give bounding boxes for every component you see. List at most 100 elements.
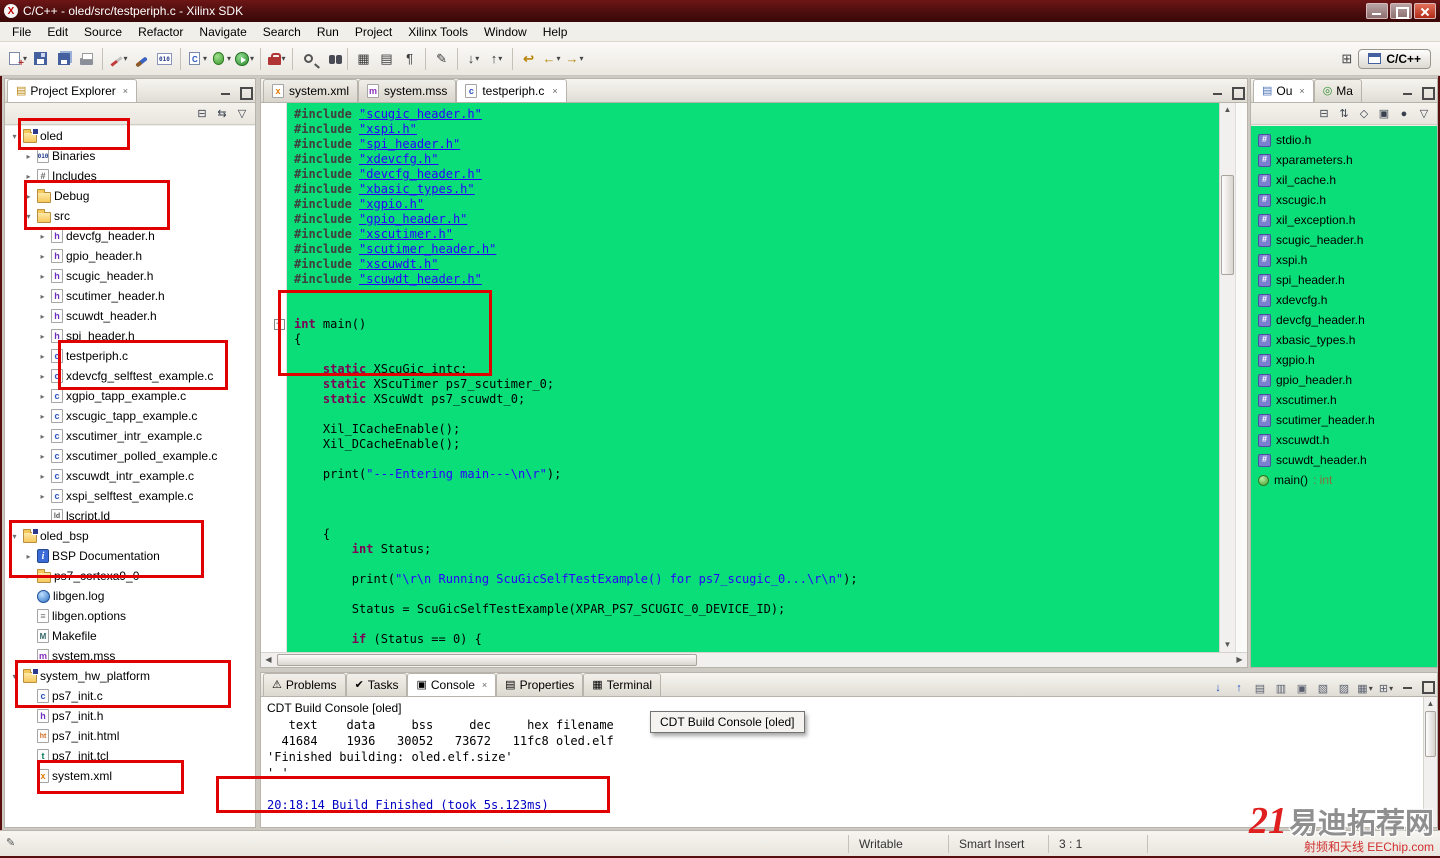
scroll-lock-button[interactable]: ▨ [1335, 680, 1353, 696]
last-edit-location-button[interactable]: ↩ [517, 46, 540, 71]
tree-item-gpio-header-h[interactable]: ▸ gpio_header.h [5, 246, 255, 266]
clean-build-button[interactable] [130, 46, 153, 71]
search-button[interactable] [320, 46, 343, 71]
tab-tasks[interactable]: ✔ Tasks [345, 673, 408, 696]
tree-item-ps7-init-c[interactable]: ps7_init.c [5, 686, 255, 706]
menu-xilinx-tools[interactable]: Xilinx Tools [400, 23, 476, 41]
outline-item-xscutimer-h[interactable]: xscutimer.h [1251, 390, 1437, 410]
tree-item-xspi-selftest-example-c[interactable]: ▸ xspi_selftest_example.c [5, 486, 255, 506]
show-whitespace-button[interactable]: ¶ [398, 46, 421, 71]
outline-item-gpio-header-h[interactable]: gpio_header.h [1251, 370, 1437, 390]
tree-item-includes[interactable]: ▸ Includes [5, 166, 255, 186]
maximize-outline-button[interactable] [1418, 84, 1435, 100]
editor-tab-system-mss[interactable]: system.mss [358, 79, 457, 102]
menu-refactor[interactable]: Refactor [130, 23, 191, 41]
collapse-all-icon[interactable]: ⊟ [1315, 106, 1333, 122]
forward-button[interactable]: → ▾ [563, 46, 586, 71]
console-scroll-up-icon[interactable]: ▲ [1424, 697, 1437, 711]
expand-arrow-icon[interactable]: ▸ [37, 292, 48, 301]
minimize-window-button[interactable] [1366, 3, 1388, 19]
code-area[interactable]: #include "scugic_header.h" #include "xspi… [287, 103, 1219, 652]
previous-annotation-button[interactable]: ↑ ▾ [485, 46, 508, 71]
maximize-console-button[interactable] [1418, 678, 1435, 694]
expand-arrow-icon[interactable]: ▸ [37, 272, 48, 281]
collapse-arrow-icon[interactable]: ▾ [9, 672, 20, 681]
tree-item-xdevcfg-selftest-example-c[interactable]: ▸ xdevcfg_selftest_example.c [5, 366, 255, 386]
hide-static-members-icon[interactable]: ▣ [1375, 106, 1393, 122]
tab-properties[interactable]: ▤ Properties [496, 673, 584, 696]
console-body[interactable]: CDT Build Console [oled] text data bss d… [261, 697, 1423, 827]
tree-item-ps7-init-h[interactable]: ps7_init.h [5, 706, 255, 726]
pin-console-button[interactable]: ▣ [1293, 680, 1311, 696]
expand-arrow-icon[interactable]: ▸ [37, 392, 48, 401]
outline-item-xspi-h[interactable]: xspi.h [1251, 250, 1437, 270]
outline-item-xil-cache-h[interactable]: xil_cache.h [1251, 170, 1437, 190]
console-scroll-down-icon[interactable]: ▼ [1424, 813, 1437, 827]
close-console-tab-icon[interactable]: × [482, 680, 487, 690]
tree-item-libgen-options[interactable]: libgen.options [5, 606, 255, 626]
outline-item-main[interactable]: main() : int [1251, 470, 1437, 490]
outline-item-xscugic-h[interactable]: xscugic.h [1251, 190, 1437, 210]
menu-project[interactable]: Project [347, 23, 400, 41]
maximize-window-button[interactable] [1390, 3, 1412, 19]
hide-non-public-members-icon[interactable]: ● [1395, 106, 1413, 122]
console-vertical-scrollbar[interactable]: ▲ ▼ [1423, 697, 1437, 827]
external-tools-button[interactable]: ▾ [265, 46, 288, 71]
outline-item-scutimer-header-h[interactable]: scutimer_header.h [1251, 410, 1437, 430]
tab-make-target[interactable]: ◎ Ma [1313, 79, 1362, 102]
show-view-layout-button[interactable]: ▤ [375, 46, 398, 71]
create-boot-image-button[interactable] [153, 46, 176, 71]
dropdown-arrow-icon[interactable]: ▾ [475, 54, 479, 63]
view-menu-icon[interactable]: ▽ [233, 106, 251, 122]
expand-arrow-icon[interactable]: ▸ [23, 192, 34, 201]
tree-item-libgen-log[interactable]: libgen.log [5, 586, 255, 606]
dropdown-arrow-icon[interactable]: ▾ [580, 54, 584, 63]
outline-item-devcfg-header-h[interactable]: devcfg_header.h [1251, 310, 1437, 330]
tab-problems[interactable]: ⚠ Problems [263, 673, 346, 696]
expand-arrow-icon[interactable]: ▸ [37, 472, 48, 481]
fold-collapse-icon[interactable] [274, 318, 285, 330]
scroll-down-icon[interactable]: ▼ [1220, 638, 1235, 652]
tree-item-testperiph-c[interactable]: ▸ testperiph.c [5, 346, 255, 366]
close-window-button[interactable] [1414, 3, 1436, 19]
maximize-view-button[interactable] [236, 84, 253, 100]
editor-tab-testperiph-c[interactable]: testperiph.c × [456, 79, 567, 102]
minimize-editor-button[interactable] [1209, 84, 1225, 98]
tree-item-scutimer-header-h[interactable]: ▸ scutimer_header.h [5, 286, 255, 306]
debug-button[interactable]: ▾ [209, 46, 233, 71]
program-flash-button[interactable]: ▾ [107, 46, 130, 71]
tab-project-explorer[interactable]: ▤ Project Explorer × [7, 79, 138, 102]
print-button[interactable] [75, 46, 98, 71]
collapse-arrow-icon[interactable]: ▾ [9, 532, 20, 541]
tree-item-xscutimer-intr-example-c[interactable]: ▸ xscutimer_intr_example.c [5, 426, 255, 446]
collapse-arrow-icon[interactable]: ▾ [23, 212, 34, 221]
tab-outline[interactable]: ▤ Ou × [1253, 79, 1314, 102]
menu-run[interactable]: Run [309, 23, 347, 41]
dropdown-arrow-icon[interactable]: ▾ [282, 54, 286, 63]
horizontal-scroll-thumb[interactable] [277, 654, 697, 666]
tree-item-devcfg-header-h[interactable]: ▸ devcfg_header.h [5, 226, 255, 246]
save-all-button[interactable] [52, 46, 75, 71]
expand-arrow-icon[interactable]: ▸ [37, 412, 48, 421]
vertical-scroll-thumb[interactable] [1221, 175, 1234, 275]
scroll-up-icon[interactable]: ▲ [1220, 103, 1235, 117]
outline-item-scuwdt-header-h[interactable]: scuwdt_header.h [1251, 450, 1437, 470]
minimize-outline-button[interactable] [1399, 84, 1415, 98]
outline-item-stdio-h[interactable]: stdio.h [1251, 130, 1437, 150]
tree-item-xscuwdt-intr-example-c[interactable]: ▸ xscuwdt_intr_example.c [5, 466, 255, 486]
tree-item-system-mss[interactable]: system.mss [5, 646, 255, 666]
c-cpp-perspective-button[interactable]: C/C++ [1358, 48, 1431, 69]
outline-item-xscuwdt-h[interactable]: xscuwdt.h [1251, 430, 1437, 450]
status-left-icon[interactable]: ✎ [6, 836, 22, 852]
outline-item-scugic-header-h[interactable]: scugic_header.h [1251, 230, 1437, 250]
menu-help[interactable]: Help [535, 23, 576, 41]
expand-arrow-icon[interactable]: ▸ [37, 492, 48, 501]
tree-item-ps7-init-tcl[interactable]: ps7_init.tcl [5, 746, 255, 766]
menu-navigate[interactable]: Navigate [191, 23, 254, 41]
minimize-console-button[interactable] [1399, 678, 1415, 692]
tree-item-lscript-ld[interactable]: lscript.ld [5, 506, 255, 526]
tree-item-binaries[interactable]: ▸ Binaries [5, 146, 255, 166]
menu-search[interactable]: Search [255, 23, 309, 41]
outline-item-spi-header-h[interactable]: spi_header.h [1251, 270, 1437, 290]
tree-item-bsp-documentation[interactable]: ▸ BSP Documentation [5, 546, 255, 566]
